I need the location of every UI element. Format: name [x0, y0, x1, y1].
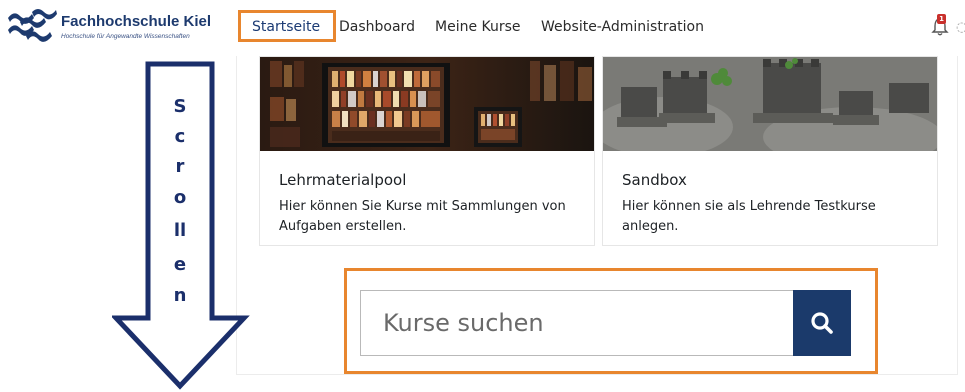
nav-website-administration[interactable]: Website-Administration [541, 19, 704, 35]
card-title[interactable]: Lehrmaterialpool [279, 171, 406, 189]
scroll-letter: n [173, 285, 187, 306]
notification-count-badge: 1 [937, 14, 946, 24]
logo-title: Fachhochschule Kiel [61, 13, 212, 30]
card-image-sandcastle [603, 57, 937, 151]
startseite-highlight-box [238, 10, 336, 42]
card-description: Hier können sie als Lehrende Testkurse a… [622, 199, 876, 234]
scroll-letter: r [175, 156, 185, 177]
course-card-sandbox[interactable]: Sandbox Hier können sie als Lehrende Tes… [602, 56, 938, 246]
fh-kiel-logo[interactable]: Fachhochschule Kiel Hochschule für Angew… [6, 8, 216, 48]
card-description: Hier können Sie Kurse mit Sammlungen von… [279, 199, 566, 234]
nav-dashboard[interactable]: Dashboard [339, 19, 415, 35]
top-navbar: Fachhochschule Kiel Hochschule für Angew… [0, 0, 965, 56]
search-icon [811, 312, 833, 334]
logo-subtitle: Hochschule für Angewandte Wissenschaften [61, 33, 190, 40]
fh-kiel-logo-mark [8, 9, 57, 42]
chat-icon[interactable]: ◌ [956, 20, 965, 35]
scroll-letter: o [173, 187, 187, 208]
scroll-letter: ll [173, 220, 187, 241]
course-search-input[interactable] [360, 290, 794, 356]
course-card-lehrmaterialpool[interactable]: Lehrmaterialpool Hier können Sie Kurse m… [259, 56, 595, 246]
scroll-letter: S [173, 96, 187, 117]
card-title[interactable]: Sandbox [622, 171, 687, 189]
scroll-letter: c [174, 126, 186, 147]
card-image-bookshelf [260, 57, 594, 151]
scroll-letter: e [173, 254, 187, 275]
search-button[interactable] [793, 290, 851, 356]
nav-meine-kurse[interactable]: Meine Kurse [435, 19, 521, 35]
